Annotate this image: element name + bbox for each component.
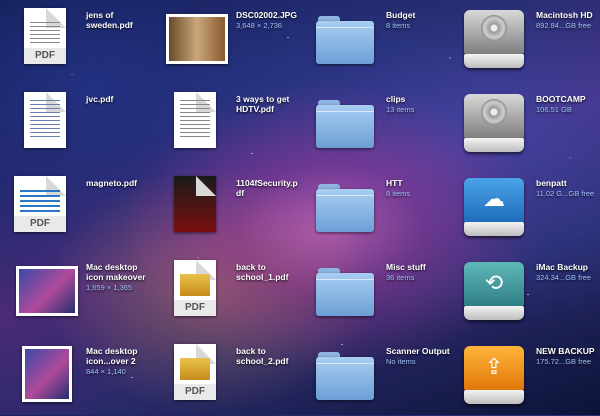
file-name: DSC02002.JPG [236,10,297,20]
folder-icon [310,258,376,324]
desktop-drive-macintosh-hd[interactable]: Macintosh HD 892.84...GB free [450,0,600,80]
drive-info: 892.84...GB free [536,21,592,30]
desktop-file-1104fsecurity[interactable]: 1104fSecurity.pdf [150,168,300,248]
drive-info: 106.51 GB [536,105,572,114]
folder-info: No items [386,357,416,366]
file-name: jens of sweden.pdf [86,10,133,30]
file-info: 844 × 1,140 [86,367,126,376]
hard-drive-icon [460,6,526,72]
folder-name: Misc stuff [386,262,426,272]
desktop-drive-new-backup[interactable]: ⇪ NEW BACKUP 175.72...GB free [450,336,600,416]
desktop-folder-htt[interactable]: HTT 8 items [300,168,450,248]
desktop-folder-scanner-output[interactable]: Scanner Output No items [300,336,450,416]
pdf-document-icon [160,90,226,156]
desktop-drive-bootcamp[interactable]: BOOTCAMP 106.51 GB [450,84,600,164]
image-file-icon [10,342,76,408]
pdf-document-icon [160,174,226,240]
drive-name: benpatt [536,178,567,188]
time-machine-drive-icon: ⟲ [460,258,526,324]
desktop-file-jens-of-sweden[interactable]: PDF jens of sweden.pdf [0,0,150,80]
pdf-file-icon: PDF [10,174,76,240]
file-name: Mac desktop icon makeover [86,262,146,282]
desktop-file-jvc[interactable]: jvc.pdf [0,84,150,164]
file-info: 3,648 × 2,736 [236,21,283,30]
drive-name: iMac Backup [536,262,588,272]
drive-name: Macintosh HD [536,10,593,20]
desktop-folder-clips[interactable]: clips 13 items [300,84,450,164]
drive-info: 324.34...GB free [536,273,592,282]
pdf-file-icon: PDF [10,6,76,72]
file-name: back to school_2.pdf [236,346,289,366]
file-name: magneto.pdf [86,178,137,188]
drive-info: 11.02 G...GB free [536,189,595,198]
folder-info: 36 items [386,273,415,282]
pdf-file-icon: PDF [160,342,226,408]
folder-icon [310,6,376,72]
usb-drive-icon: ⇪ [460,342,526,408]
file-name: 3 ways to get HDTV.pdf [236,94,290,114]
desktop-file-magneto[interactable]: PDF magneto.pdf [0,168,150,248]
pdf-file-icon: PDF [160,258,226,324]
desktop-drive-imac-backup[interactable]: ⟲ iMac Backup 324.34...GB free [450,252,600,332]
folder-name: Scanner Output [386,346,450,356]
desktop-file-back-to-school-2[interactable]: PDF back to school_2.pdf [150,336,300,416]
file-name: Mac desktop icon...over 2 [86,346,138,366]
folder-name: clips [386,94,406,104]
desktop-file-dsc02002[interactable]: DSC02002.JPG 3,648 × 2,736 [150,0,300,80]
desktop-file-mac-desktop-icon-over-2[interactable]: Mac desktop icon...over 2 844 × 1,140 [0,336,150,416]
desktop-file-mac-desktop-icon-makeover[interactable]: Mac desktop icon makeover 1,659 × 1,365 [0,252,150,332]
folder-icon [310,174,376,240]
folder-info: 13 items [386,105,415,114]
desktop-drive-benpatt[interactable]: ☁ benpatt 11.02 G...GB free [450,168,600,248]
drive-name: BOOTCAMP [536,94,586,104]
file-name: back to school_1.pdf [236,262,289,282]
drive-info: 175.72...GB free [536,357,592,366]
folder-icon [310,342,376,408]
desktop-file-3-ways-to-get-hdtv[interactable]: 3 ways to get HDTV.pdf [150,84,300,164]
folder-icon [310,90,376,156]
image-file-icon [10,258,78,324]
file-info: 1,659 × 1,365 [86,283,133,292]
folder-name: HTT [386,178,403,188]
pdf-document-icon [10,90,76,156]
desktop-folder-budget[interactable]: Budget 8 items [300,0,450,80]
cloud-drive-icon: ☁ [460,174,526,240]
folder-name: Budget [386,10,416,20]
folder-info: 8 items [386,189,411,198]
hard-drive-icon [460,90,526,156]
drive-name: NEW BACKUP [536,346,595,356]
file-name: jvc.pdf [86,94,114,104]
desktop-file-back-to-school-1[interactable]: PDF back to school_1.pdf [150,252,300,332]
desktop-folder-misc-stuff[interactable]: Misc stuff 36 items [300,252,450,332]
image-file-icon [160,6,228,72]
folder-info: 8 items [386,21,411,30]
file-name: 1104fSecurity.pdf [236,178,298,198]
